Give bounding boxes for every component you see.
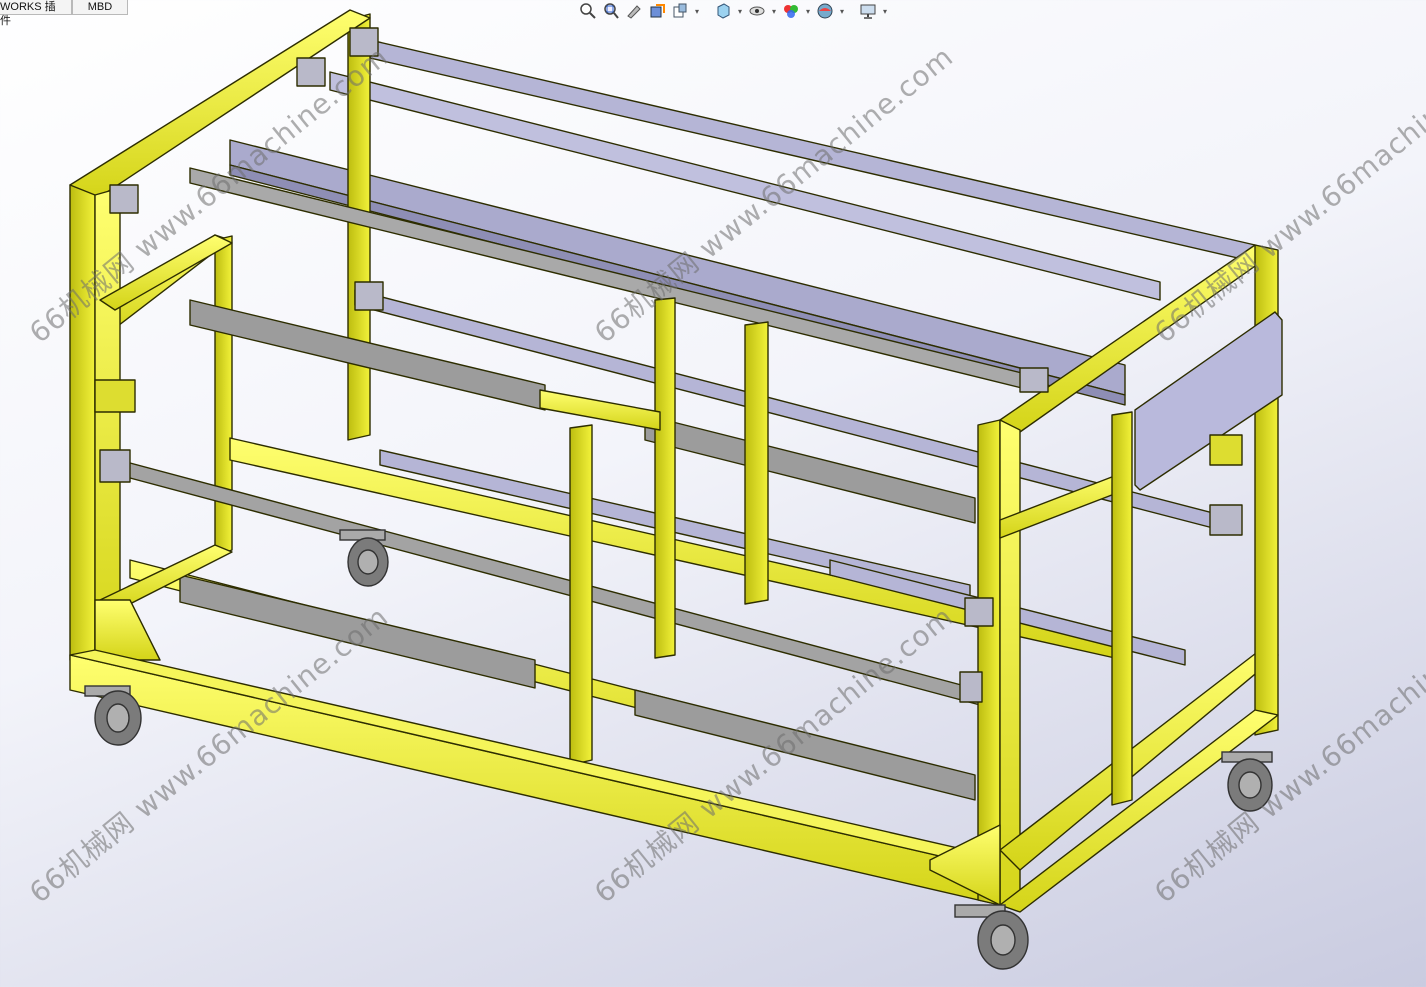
caster-front-right xyxy=(954,904,1029,970)
caster-back-left xyxy=(339,529,389,587)
